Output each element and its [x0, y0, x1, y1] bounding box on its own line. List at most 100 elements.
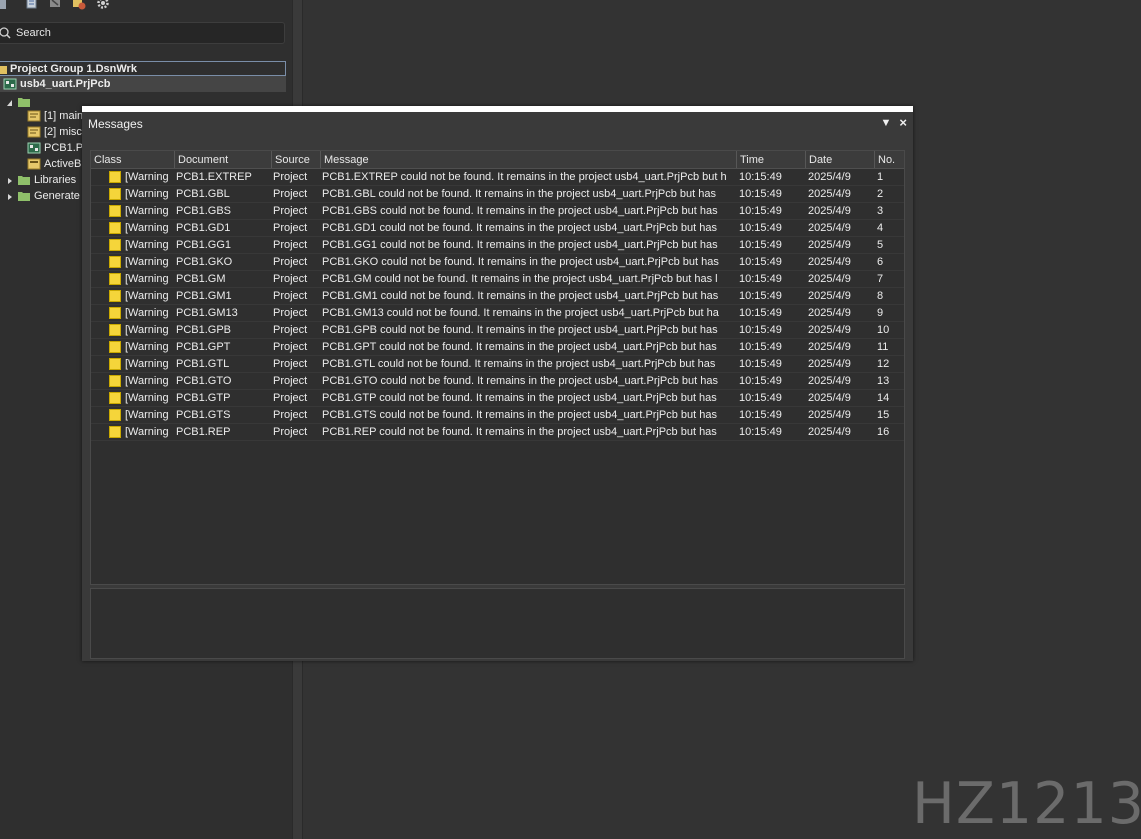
cell-document: PCB1.REP [176, 426, 231, 438]
cell-no: 9 [877, 307, 884, 319]
tree-item-label: [1] main [44, 110, 84, 122]
table-row[interactable]: [Warning PCB1.GM13 Project PCB1.GM13 could … [91, 305, 904, 322]
chevron-right-icon[interactable] [6, 192, 14, 200]
cell-document: PCB1.GD1 [176, 222, 231, 234]
tree-item-activebom[interactable]: ActiveB [27, 156, 81, 172]
column-header-source[interactable]: Source [271, 151, 320, 168]
cell-class: [Warning [125, 409, 169, 421]
cell-source: Project [273, 307, 308, 319]
cell-document: PCB1.GTL [176, 358, 230, 370]
tree-item-project[interactable]: usb4_uart.PrjPcb [0, 76, 286, 92]
cell-time: 10:15:49 [739, 205, 782, 217]
cell-class: [Warning [125, 324, 169, 336]
cell-no: 2 [877, 188, 884, 200]
table-row[interactable]: [Warning PCB1.GTL Project PCB1.GTL could no… [91, 356, 904, 373]
cell-class: [Warning [125, 256, 169, 268]
table-row[interactable]: [Warning PCB1.GG1 Project PCB1.GG1 could no… [91, 237, 904, 254]
warning-icon [109, 188, 121, 200]
pcb-project-icon [3, 78, 17, 90]
tree-item-schematic-misc[interactable]: [2] misc [27, 124, 82, 140]
dropdown-icon[interactable]: ▼ [881, 117, 892, 129]
table-row[interactable]: [Warning PCB1.GTP Project PCB1.GTP could no… [91, 390, 904, 407]
cell-message: PCB1.GG1 could not be found. It remains … [322, 239, 718, 251]
table-row[interactable]: [Warning PCB1.GBL Project PCB1.GBL could no… [91, 186, 904, 203]
column-header-document[interactable]: Document [174, 151, 271, 168]
table-row[interactable]: [Warning PCB1.EXTREP Project PCB1.EXTREP co… [91, 169, 904, 186]
cell-document: PCB1.GBS [176, 205, 232, 217]
gear-icon[interactable] [96, 0, 110, 10]
column-header-date[interactable]: Date [805, 151, 874, 168]
tree-item-label: usb4_uart.PrjPcb [20, 78, 111, 90]
cell-class: [Warning [125, 205, 169, 217]
titlebar-buttons: ▼ × [881, 116, 907, 129]
save-icon[interactable] [0, 0, 14, 10]
cell-message: PCB1.GBL could not be found. It remains … [322, 188, 716, 200]
cell-no: 12 [877, 358, 890, 370]
chevron-right-icon[interactable] [6, 176, 14, 184]
tree-item-generated[interactable]: Generate [6, 188, 80, 204]
cell-class: [Warning [125, 341, 169, 353]
column-header-message[interactable]: Message [320, 151, 736, 168]
cell-document: PCB1.GTP [176, 392, 231, 404]
cell-document: PCB1.GM13 [176, 307, 238, 319]
messages-table: Class Document Source Message Time Date … [90, 150, 905, 585]
cell-class: [Warning [125, 375, 169, 387]
cell-class: [Warning [125, 239, 169, 251]
column-header-time[interactable]: Time [736, 151, 805, 168]
cell-message: PCB1.GM1 could not be found. It remains … [322, 290, 719, 302]
table-row[interactable]: [Warning PCB1.GTO Project PCB1.GTO could no… [91, 373, 904, 390]
cell-no: 1 [877, 171, 884, 183]
close-icon[interactable]: × [899, 116, 907, 129]
tree-item-libraries[interactable]: Libraries [6, 172, 76, 188]
warning-icon [109, 222, 121, 234]
cell-document: PCB1.GTO [176, 375, 232, 387]
cell-date: 2025/4/9 [808, 392, 851, 404]
warning-icon [109, 426, 121, 438]
search-box[interactable] [0, 22, 285, 44]
tree-item-label: Libraries [34, 174, 77, 186]
table-row[interactable]: [Warning PCB1.GKO Project PCB1.GKO could no… [91, 254, 904, 271]
cell-time: 10:15:49 [739, 188, 782, 200]
table-row[interactable]: [Warning PCB1.GTS Project PCB1.GTS could no… [91, 407, 904, 424]
table-row[interactable]: [Warning PCB1.GD1 Project PCB1.GD1 could no… [91, 220, 904, 237]
cell-source: Project [273, 256, 308, 268]
schematic-icon [27, 126, 41, 138]
warning-icon [109, 290, 121, 302]
messages-titlebar[interactable]: Messages ▼ × [82, 112, 913, 136]
table-row[interactable]: [Warning PCB1.GM1 Project PCB1.GM1 could no… [91, 288, 904, 305]
cell-no: 15 [877, 409, 890, 421]
search-input[interactable] [16, 27, 266, 39]
projects-toolbar [0, 0, 292, 14]
table-row[interactable]: [Warning PCB1.REP Project PCB1.REP could no… [91, 424, 904, 441]
search-icon [0, 26, 13, 40]
table-row[interactable]: [Warning PCB1.GPT Project PCB1.GPT could no… [91, 339, 904, 356]
cell-document: PCB1.GM1 [176, 290, 232, 302]
table-row[interactable]: [Warning PCB1.GM Project PCB1.GM could not … [91, 271, 904, 288]
cell-message: PCB1.GBS could not be found. It remains … [322, 205, 718, 217]
document-icon[interactable] [24, 0, 38, 10]
cell-no: 10 [877, 324, 890, 336]
cell-time: 10:15:49 [739, 273, 782, 285]
cell-document: PCB1.GTS [176, 409, 231, 421]
tree-item-pcb-document[interactable]: PCB1.Pc [27, 140, 89, 156]
table-row[interactable]: [Warning PCB1.GBS Project PCB1.GBS could no… [91, 203, 904, 220]
project-options-icon[interactable] [72, 0, 86, 10]
cell-class: [Warning [125, 222, 169, 234]
warning-icon [109, 256, 121, 268]
app-window: Project Group 1.DsnWrk usb4_uart.PrjPcb [0, 0, 1141, 839]
chevron-down-icon[interactable] [6, 98, 14, 106]
tree-item-project-group[interactable]: Project Group 1.DsnWrk [0, 61, 286, 76]
column-header-class[interactable]: Class [91, 151, 174, 168]
cell-date: 2025/4/9 [808, 375, 851, 387]
tree-item-schematic-main[interactable]: [1] main [27, 108, 83, 124]
cell-date: 2025/4/9 [808, 188, 851, 200]
cell-date: 2025/4/9 [808, 341, 851, 353]
cell-time: 10:15:49 [739, 324, 782, 336]
column-header-no[interactable]: No. [874, 151, 904, 168]
messages-panel: Messages ▼ × Class Document Source Messa… [82, 106, 913, 661]
table-row[interactable]: [Warning PCB1.GPB Project PCB1.GPB could no… [91, 322, 904, 339]
cell-class: [Warning [125, 307, 169, 319]
cell-date: 2025/4/9 [808, 273, 851, 285]
close-document-icon[interactable] [48, 0, 62, 10]
tree-item-label: Project Group 1.DsnWrk [10, 62, 137, 75]
